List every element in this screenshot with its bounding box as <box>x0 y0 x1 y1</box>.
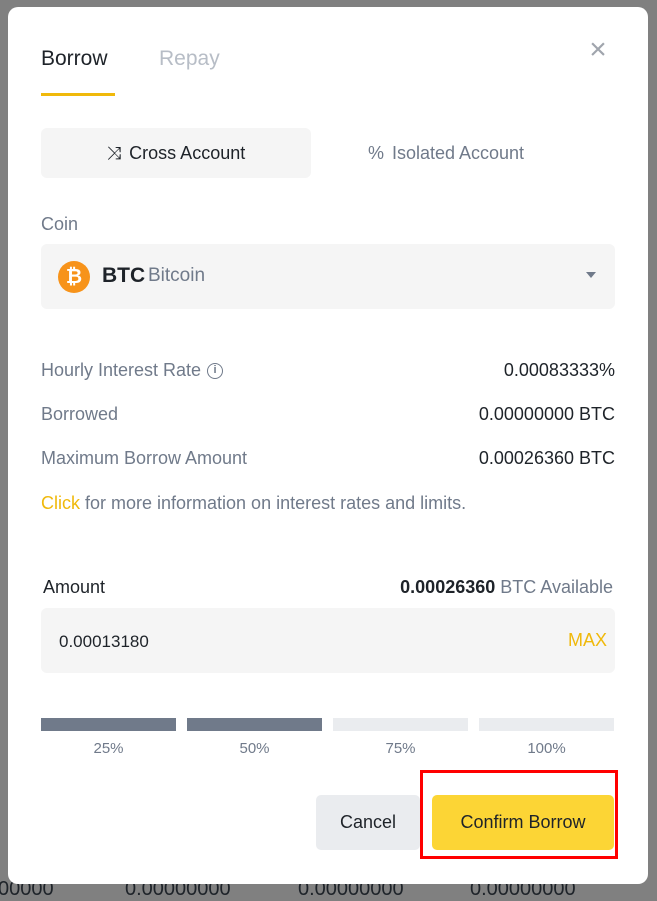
detail-value: 0.00083333% <box>503 360 615 380</box>
detail-label: Borrowed <box>41 404 119 424</box>
chevron-down-icon <box>586 272 596 278</box>
isolated-account-button[interactable]: % Isolated Account <box>311 128 581 178</box>
coin-symbol: BTC <box>102 264 146 287</box>
slider-segment-75[interactable] <box>333 718 468 731</box>
slider-segment-50[interactable] <box>187 718 322 731</box>
available-value: 0.00026360 <box>400 577 496 597</box>
borrowed-row: Borrowed 0.00000000 BTC <box>41 404 615 425</box>
amount-value[interactable]: 0.00013180 <box>59 632 149 652</box>
coin-select[interactable]: ₿ BTC Bitcoin <box>41 244 615 309</box>
isolated-account-label: Isolated Account <box>391 142 525 163</box>
highlight-box <box>420 770 618 859</box>
active-tab-indicator <box>41 93 115 96</box>
slider-segment-100[interactable] <box>479 718 614 731</box>
available-balance: 0.00026360 BTC Available <box>400 577 613 598</box>
info-icon[interactable]: i <box>207 362 224 379</box>
borrow-modal: Borrow Repay × ⤨ Cross Account % Isolate… <box>8 7 648 884</box>
percent-icon: % <box>367 142 384 163</box>
detail-value: 0.00000000 BTC <box>478 404 615 424</box>
coin-name: Bitcoin <box>148 265 206 286</box>
max-borrow-row: Maximum Borrow Amount 0.00026360 BTC <box>41 448 615 469</box>
hourly-interest-row: Hourly Interest Rate i 0.00083333% <box>41 360 615 381</box>
cancel-button[interactable]: Cancel <box>316 795 420 850</box>
available-suffix: BTC Available <box>495 577 613 597</box>
coin-label: Coin <box>41 214 79 234</box>
tab-borrow[interactable]: Borrow <box>41 47 108 71</box>
close-icon[interactable]: × <box>585 35 611 65</box>
slider-step-label[interactable]: 100% <box>479 740 614 757</box>
tab-repay[interactable]: Repay <box>159 47 220 71</box>
arrows-cross-icon: ⤨ <box>106 142 122 163</box>
slider-step-label[interactable]: 75% <box>333 740 468 757</box>
slider-step-label[interactable]: 50% <box>187 740 322 757</box>
detail-label: Hourly Interest Rate <box>41 360 202 380</box>
max-button[interactable]: MAX <box>568 630 607 651</box>
slider-segment-25[interactable] <box>41 718 176 731</box>
slider-step-label[interactable]: 25% <box>41 740 176 757</box>
cross-account-button[interactable]: ⤨ Cross Account <box>41 128 311 178</box>
amount-header: Amount 0.00026360 BTC Available <box>43 577 613 598</box>
amount-input[interactable]: 0.00013180 MAX <box>41 608 615 673</box>
info-link[interactable]: Click <box>41 493 80 513</box>
info-text: for more information on interest rates a… <box>80 493 467 513</box>
bitcoin-icon: ₿ <box>58 261 90 293</box>
amount-label: Amount <box>43 577 106 597</box>
detail-label: Maximum Borrow Amount <box>41 448 248 468</box>
info-line: Click for more information on interest r… <box>41 493 466 514</box>
cross-account-label: Cross Account <box>129 142 246 163</box>
detail-value: 0.00026360 BTC <box>478 448 615 468</box>
